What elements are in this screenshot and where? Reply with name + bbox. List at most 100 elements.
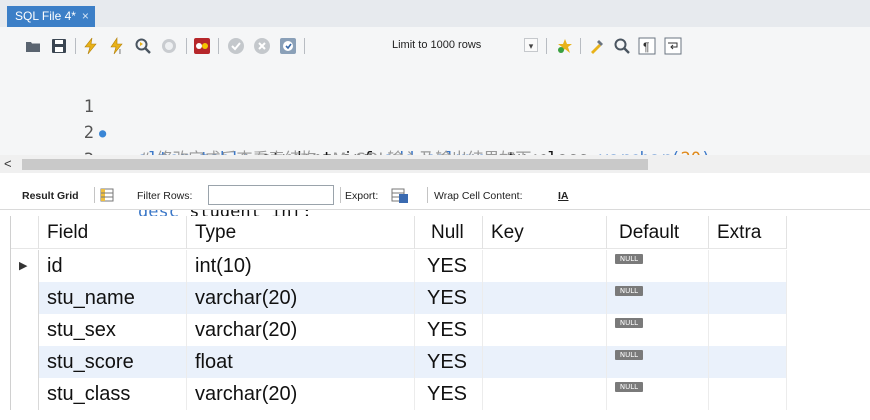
cell-key[interactable] [483,378,607,410]
toolbar-separator [304,38,305,54]
cell-extra[interactable] [709,378,787,410]
tab-title: SQL File 4* [15,9,76,23]
cell-default[interactable]: NULL [607,250,709,282]
code-line: 3 ● desc student_inf; [0,121,870,222]
cell-default[interactable]: NULL [607,378,709,410]
cell-key[interactable] [483,250,607,282]
scroll-left-icon[interactable]: < [4,156,12,171]
cell-extra[interactable] [709,314,787,346]
cell-null[interactable]: YES [415,346,483,378]
commit-icon[interactable] [227,37,245,55]
row-indicator [11,378,39,410]
toolbar-separator [94,187,95,203]
toolbar-separator [340,187,341,203]
table-row[interactable]: stu_sex varchar(20) YES NULL [11,314,787,346]
cell-default[interactable]: NULL [607,282,709,314]
toggle-continue-icon[interactable] [193,37,211,55]
filter-rows-label: Filter Rows: [137,190,193,202]
open-folder-icon[interactable] [24,37,42,55]
cell-key[interactable] [483,346,607,378]
invisible-chars-icon[interactable]: ¶ [638,37,656,55]
toolbar-separator [186,38,187,54]
cell-extra[interactable] [709,346,787,378]
toolbar-separator [75,38,76,54]
close-icon[interactable]: × [82,6,89,27]
cell-field[interactable]: stu_name [39,282,187,314]
limit-rows-select[interactable]: Limit to 1000 rows [392,39,481,51]
code-line: 2 # 修改完成后查看表结构，MySQL输入及输出结果如下： [0,94,870,168]
cell-type[interactable]: varchar(20) [187,314,415,346]
cell-field[interactable]: stu_sex [39,314,187,346]
sql-editor[interactable]: 1 ● alter table student_inf add column s… [0,63,870,222]
cell-field[interactable]: stu_score [39,346,187,378]
cell-type[interactable]: float [187,346,415,378]
cell-type[interactable]: varchar(20) [187,378,415,410]
cell-null[interactable]: YES [415,378,483,410]
column-header-default[interactable]: Default [607,216,709,249]
toolbar-separator [580,38,581,54]
null-badge: NULL [615,254,643,264]
wrap-cell-label: Wrap Cell Content: [434,190,523,202]
toolbar-separator [218,38,219,54]
rollback-icon[interactable] [253,37,271,55]
grid-view-icon[interactable] [100,188,114,202]
cell-key[interactable] [483,282,607,314]
toolbar-separator [427,187,428,203]
cell-field[interactable]: stu_class [39,378,187,410]
header-indicator [11,216,39,249]
chevron-down-icon[interactable]: ▾ [524,38,538,52]
cell-extra[interactable] [709,250,787,282]
cell-key[interactable] [483,314,607,346]
table-row[interactable]: ▶ id int(10) YES NULL [11,250,787,282]
cell-null[interactable]: YES [415,314,483,346]
add-snippet-icon[interactable] [556,37,574,55]
filter-rows-input[interactable] [208,185,334,205]
horizontal-scrollbar[interactable]: < [0,155,870,173]
grid-header: Field Type Null Key Default Extra [11,216,787,249]
cell-null[interactable]: YES [415,282,483,314]
cell-default[interactable]: NULL [607,314,709,346]
cell-type[interactable]: varchar(20) [187,282,415,314]
row-indicator [11,314,39,346]
wrap-lines-icon[interactable] [664,37,682,55]
null-badge: NULL [615,350,643,360]
null-badge: NULL [615,318,643,328]
execute-statement-icon[interactable]: I [108,37,126,55]
find-icon[interactable] [613,37,631,55]
table-row[interactable]: stu_name varchar(20) YES NULL [11,282,787,314]
null-badge: NULL [615,286,643,296]
cell-default[interactable]: NULL [607,346,709,378]
column-header-extra[interactable]: Extra [709,216,787,249]
column-header-type[interactable]: Type [187,216,415,249]
beautify-icon[interactable] [588,37,606,55]
svg-text:¶: ¶ [643,40,649,54]
wrap-cell-icon[interactable]: IA [558,190,569,202]
table-row[interactable]: stu_class varchar(20) YES NULL [11,378,787,410]
result-grid-tab[interactable]: Result Grid [22,190,79,202]
tab-bar: SQL File 4* × [0,0,870,27]
table-row[interactable]: stu_score float YES NULL [11,346,787,378]
explain-icon[interactable] [134,37,152,55]
result-toolbar: Result Grid Filter Rows: Export: Wrap Ce… [0,180,870,210]
cell-field[interactable]: id [39,250,187,282]
export-icon[interactable] [391,186,409,204]
save-icon[interactable] [50,37,68,55]
current-row-icon: ▶ [19,260,28,272]
tab-sql-file[interactable]: SQL File 4* × [7,6,95,27]
stop-icon[interactable] [160,37,178,55]
row-indicator [11,346,39,378]
cell-extra[interactable] [709,282,787,314]
cell-null[interactable]: YES [415,250,483,282]
null-badge: NULL [615,382,643,392]
autocommit-icon[interactable] [279,37,297,55]
export-label: Export: [345,190,379,202]
column-header-field[interactable]: Field [39,216,187,249]
column-header-key[interactable]: Key [483,216,607,249]
toolbar-separator [546,38,547,54]
scrollbar-thumb[interactable] [22,159,648,170]
cell-type[interactable]: int(10) [187,250,415,282]
sql-toolbar: I Limit to 1000 rows ▾ ¶ [0,27,870,63]
execute-icon[interactable] [82,37,100,55]
column-header-null[interactable]: Null [415,216,483,249]
row-indicator [11,282,39,314]
